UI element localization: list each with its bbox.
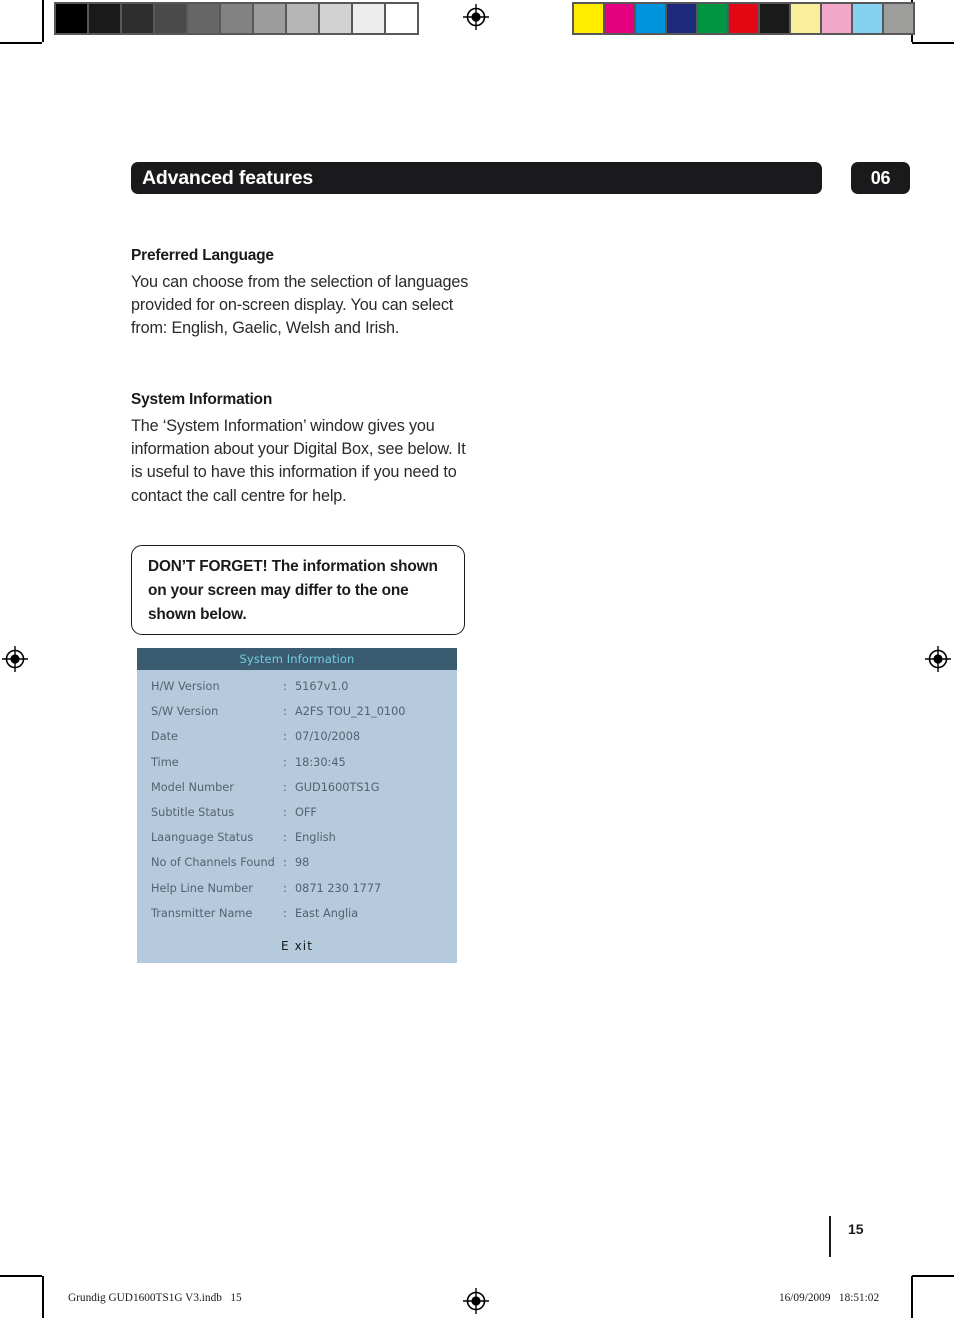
grayscale-swatch-7: [287, 4, 318, 33]
osd-row-value: 18:30:45: [295, 755, 346, 769]
osd-row-label: Subtitle Status: [151, 805, 235, 819]
osd-row-label: S/W Version: [151, 705, 219, 719]
color-swatch-2: [636, 4, 665, 33]
section-heading: Preferred Language: [131, 247, 274, 264]
color-swatch-10: [884, 4, 913, 33]
osd-row-separator: :: [283, 705, 287, 719]
osd-system-information-panel: System Information H/W Version:5167v1.0 S…: [137, 648, 457, 963]
osd-row-value: 98: [295, 856, 310, 870]
grayscale-swatch-9: [353, 4, 384, 33]
section-body: The ‘System Information’ window gives yo…: [131, 417, 466, 505]
osd-row-separator: :: [283, 730, 287, 744]
osd-row-label: H/W Version: [151, 680, 220, 693]
section-body: You can choose from the selection of lan…: [131, 273, 469, 338]
registration-mark-bottom-center: [463, 1288, 489, 1314]
osd-exit-row: E xit: [137, 934, 457, 963]
registration-mark-left-middle: [2, 646, 28, 672]
footer-timestamp: 16/09/2009 18:51:02: [779, 1292, 880, 1304]
crop-mark-top-left-vertical: [42, 0, 44, 42]
color-calibration-strip: [572, 2, 915, 35]
crop-mark-bottom-right-vertical: [911, 1276, 913, 1318]
grayscale-swatch-3: [155, 4, 186, 33]
osd-row: Help Line Number:0871 230 1777: [137, 882, 457, 907]
osd-row-value: A2FS TOU_21_0100: [295, 705, 406, 719]
dont-forget-text: DON’T FORGET! The information shown on y…: [148, 558, 438, 623]
osd-row-label: Laanguage Status: [151, 831, 254, 845]
osd-row-separator: :: [283, 831, 287, 845]
registration-mark-top-center: [463, 4, 489, 30]
osd-row: Laanguage Status: English: [137, 831, 457, 856]
osd-row-separator: :: [283, 780, 287, 794]
osd-row-value: English: [295, 831, 336, 845]
osd-title-label: System Information: [239, 652, 355, 666]
osd-row-separator: :: [283, 881, 287, 895]
chapter-number-badge: 06: [851, 162, 910, 194]
section-heading: System Information: [131, 391, 273, 408]
osd-row: Date:07/10/2008: [137, 730, 457, 755]
color-swatch-5: [729, 4, 758, 33]
section-preferred-language: Preferred Language You can choose from t…: [131, 247, 471, 341]
osd-row-label: Transmitter Name: [151, 906, 253, 920]
osd-row: Subtitle Status: OFF: [137, 806, 457, 831]
color-swatch-8: [822, 4, 851, 33]
page-title: Advanced features: [142, 166, 314, 189]
grayscale-swatch-4: [188, 4, 219, 33]
crop-mark-bottom-left-vertical: [42, 1276, 44, 1318]
osd-row: Model Number: GUD1600TS1G: [137, 781, 457, 806]
osd-row-separator: :: [283, 856, 287, 870]
crop-mark-top-right-horizontal: [912, 42, 954, 44]
osd-row-value: 07/10/2008: [295, 730, 361, 744]
crop-mark-top-left-horizontal: [0, 42, 42, 44]
grayscale-swatch-1: [89, 4, 120, 33]
osd-row-label: No of Channels Found: [151, 856, 275, 870]
color-swatch-9: [853, 4, 882, 33]
color-swatch-3: [667, 4, 696, 33]
footer-file-name: Grundig GUD1600TS1G V3.indb 15: [68, 1292, 242, 1304]
page-number: 15: [848, 1221, 864, 1237]
grayscale-swatch-0: [56, 4, 87, 33]
osd-row-label: Date: [151, 730, 179, 744]
osd-row-value: East Anglia: [295, 906, 359, 920]
chapter-header-bar: Advanced features: [131, 162, 822, 194]
osd-row-value: GUD1600TS1G: [295, 780, 380, 794]
osd-row: Time:18:30:45: [137, 756, 457, 781]
osd-row: S/W Version: A2FS TOU_21_0100: [137, 705, 457, 730]
grayscale-calibration-strip: [54, 2, 419, 35]
color-swatch-1: [605, 4, 634, 33]
dont-forget-callout: DON’T FORGET! The information shown on y…: [131, 545, 465, 635]
color-swatch-4: [698, 4, 727, 33]
osd-row-value: 5167v1.0: [295, 680, 349, 693]
chapter-number-label: 06: [870, 167, 891, 188]
grayscale-swatch-8: [320, 4, 351, 33]
osd-row-label: Time: [151, 755, 179, 769]
grayscale-swatch-5: [221, 4, 252, 33]
section-system-information: System Information The ‘System Informati…: [131, 391, 471, 508]
osd-row-separator: :: [283, 906, 287, 920]
color-swatch-0: [574, 4, 603, 33]
osd-row-list: H/W Version:5167v1.0 S/W Version: A2FS TOU…: [137, 670, 457, 934]
page-number-rule: [829, 1216, 831, 1257]
osd-row-value: OFF: [295, 805, 317, 819]
osd-row-separator: :: [283, 680, 287, 693]
osd-exit-button[interactable]: E xit: [281, 939, 313, 953]
grayscale-swatch-10: [386, 4, 417, 33]
registration-mark-right-middle: [925, 646, 951, 672]
crop-mark-bottom-right-horizontal: [912, 1275, 954, 1277]
osd-row: No of Channels Found:98: [137, 856, 457, 881]
osd-row: Transmitter Name: East Anglia: [137, 907, 457, 932]
grayscale-swatch-6: [254, 4, 285, 33]
osd-row-label: Model Number: [151, 780, 234, 794]
osd-row-value: 0871 230 1777: [295, 881, 382, 895]
osd-titlebar: System Information: [137, 648, 457, 670]
crop-mark-bottom-left-horizontal: [0, 1275, 42, 1277]
color-swatch-6: [760, 4, 789, 33]
osd-row-separator: :: [283, 755, 287, 769]
grayscale-swatch-2: [122, 4, 153, 33]
osd-row: H/W Version:5167v1.0: [137, 680, 457, 705]
color-swatch-7: [791, 4, 820, 33]
osd-row-separator: :: [283, 805, 287, 819]
osd-row-label: Help Line Number: [151, 881, 253, 895]
